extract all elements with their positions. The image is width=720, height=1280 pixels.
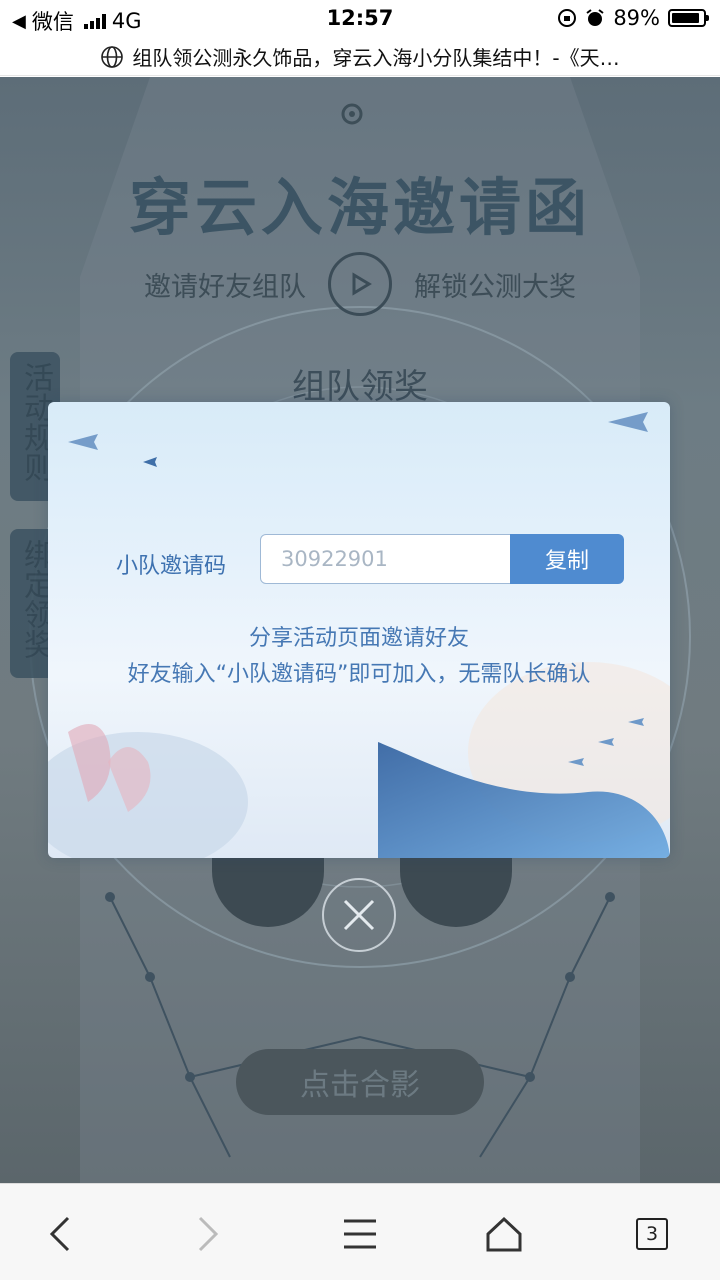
hero-sub-left: 邀请好友组队 (144, 271, 306, 303)
hero-sub-right: 解锁公测大奖 (414, 271, 576, 303)
copy-button[interactable]: 复制 (510, 534, 624, 584)
back-button[interactable] (36, 1210, 84, 1258)
play-icon[interactable] (328, 252, 392, 316)
battery-icon (668, 9, 709, 27)
page-title: 组队领公测永久饰品，穿云入海小分队集结中！-《天… (132, 46, 620, 70)
close-modal-button[interactable] (322, 878, 396, 952)
menu-button[interactable] (336, 1210, 384, 1258)
forward-button[interactable] (184, 1210, 232, 1258)
tabs-button[interactable]: 3 (628, 1210, 676, 1258)
group-photo-button[interactable]: 点击合影 (236, 1049, 484, 1115)
hint-line-1: 分享活动页面邀请好友 (248, 626, 469, 651)
rotation-lock-icon (558, 9, 577, 27)
globe-icon (101, 45, 124, 68)
hero-title: 穿云入海邀请函 (128, 171, 591, 244)
browser-toolbar: 3 (0, 1183, 720, 1280)
alarm-icon (586, 9, 604, 26)
page-title-bar: 组队领公测永久饰品，穿云入海小分队集结中！-《天… (0, 38, 720, 76)
menu-icon (344, 1219, 376, 1249)
invite-code-field[interactable]: 30922901 (260, 534, 512, 584)
team-section-title: 组队领奖 (292, 367, 428, 407)
battery-percent: 89% (613, 6, 660, 30)
invite-code-label: 小队邀请码 (116, 554, 227, 579)
close-icon (343, 899, 375, 931)
invite-code-modal: 小队邀请码 30922901 复制 分享活动页面邀请好友 好友输入“小队邀请码”… (48, 402, 670, 858)
hint-line-2: 好友输入“小队邀请码”即可加入，无需队长确认 (127, 662, 591, 687)
home-icon (486, 1216, 522, 1252)
home-button[interactable] (480, 1210, 528, 1258)
tab-count: 3 (636, 1218, 668, 1250)
chevron-left-icon (49, 1216, 70, 1252)
status-bar: ◀ 微信 4G 12:57 89% (0, 0, 720, 38)
hero-subtitle: 邀请好友组队 解锁公测大奖 (0, 252, 720, 316)
chevron-right-icon (198, 1216, 219, 1252)
